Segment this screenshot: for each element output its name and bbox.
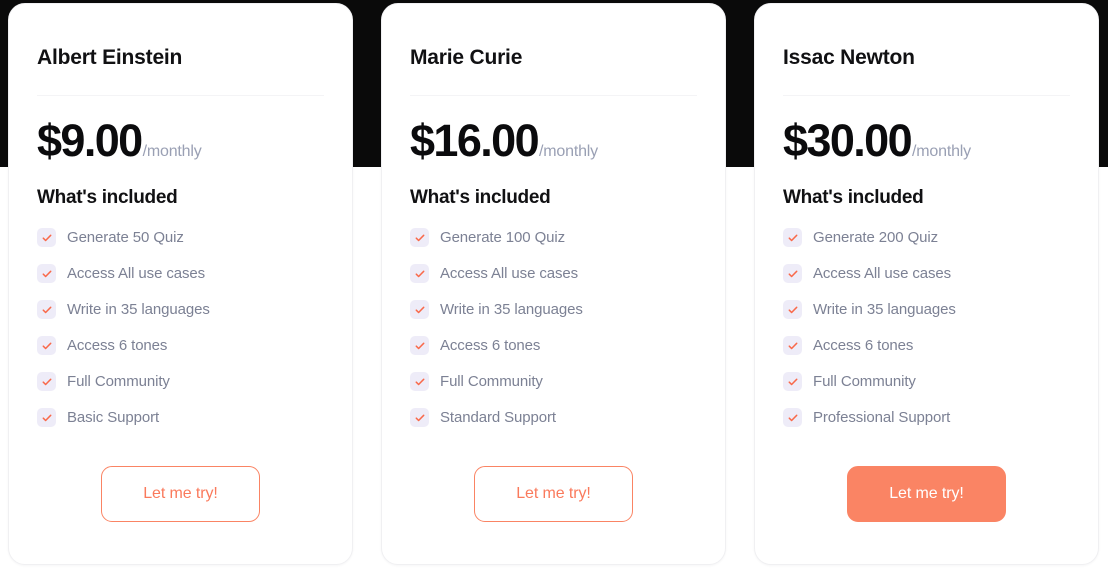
feature-label: Access All use cases [813, 265, 952, 283]
list-item: Write in 35 languages [410, 300, 697, 320]
let-me-try-button[interactable]: Let me try! [474, 466, 633, 522]
check-icon [783, 408, 802, 428]
feature-label: Full Community [813, 373, 916, 391]
plan-price-amount: $16.00 [410, 115, 540, 167]
plan-price-amount: $9.00 [37, 115, 143, 167]
feature-label: Access All use cases [440, 265, 579, 283]
check-icon [783, 228, 802, 248]
let-me-try-button[interactable]: Let me try! [101, 466, 260, 522]
list-item: Generate 100 Quiz [410, 228, 697, 248]
list-item: Basic Support [37, 408, 324, 428]
feature-label: Access 6 tones [67, 337, 168, 355]
pricing-card-marie-curie: Marie Curie $16.00 /monthly What's inclu… [381, 3, 726, 565]
plan-price-period: /monthly [912, 143, 971, 161]
check-icon [410, 264, 429, 284]
card-divider [783, 95, 1070, 97]
plan-title: Issac Newton [783, 46, 915, 69]
list-item: Access All use cases [410, 264, 697, 284]
included-heading: What's included [783, 187, 924, 209]
list-item: Full Community [37, 372, 324, 392]
plan-price-period: /monthly [142, 143, 202, 161]
check-icon [410, 228, 429, 248]
plan-price-row: $30.00 /monthly [783, 118, 1070, 163]
cta-container: Let me try! [37, 466, 324, 564]
feature-list: Generate 50 Quiz Access All use cases Wr… [37, 228, 324, 428]
plan-price-row: $9.00 /monthly [37, 118, 324, 163]
check-icon [410, 408, 429, 428]
list-item: Write in 35 languages [37, 300, 324, 320]
feature-label: Write in 35 languages [440, 301, 583, 319]
included-heading: What's included [410, 187, 551, 209]
feature-list: Generate 100 Quiz Access All use cases W… [410, 228, 697, 428]
list-item: Full Community [783, 372, 1070, 392]
feature-label: Full Community [440, 373, 543, 391]
feature-list: Generate 200 Quiz Access All use cases W… [783, 228, 1070, 428]
list-item: Access All use cases [783, 264, 1070, 284]
feature-label: Access All use cases [67, 265, 206, 283]
plan-title: Marie Curie [410, 46, 523, 69]
check-icon [37, 372, 56, 392]
card-divider [410, 95, 697, 97]
pricing-card-issac-newton: Issac Newton $30.00 /monthly What's incl… [754, 3, 1099, 565]
plan-price-row: $16.00 /monthly [410, 118, 697, 163]
feature-label: Write in 35 languages [67, 301, 210, 319]
feature-label: Generate 200 Quiz [813, 229, 939, 247]
feature-label: Generate 100 Quiz [440, 229, 566, 247]
check-icon [37, 228, 56, 248]
cta-container: Let me try! [783, 466, 1070, 564]
cta-container: Let me try! [410, 466, 697, 564]
check-icon [37, 408, 56, 428]
list-item: Generate 50 Quiz [37, 228, 324, 248]
feature-label: Standard Support [440, 409, 556, 427]
list-item: Full Community [410, 372, 697, 392]
feature-label: Access 6 tones [813, 337, 914, 355]
list-item: Access 6 tones [783, 336, 1070, 356]
feature-label: Basic Support [67, 409, 160, 427]
check-icon [783, 264, 802, 284]
pricing-card-albert-einstein: Albert Einstein $9.00 /monthly What's in… [8, 3, 353, 565]
plan-price-amount: $30.00 [783, 115, 913, 167]
list-item: Write in 35 languages [783, 300, 1070, 320]
check-icon [37, 264, 56, 284]
check-icon [37, 300, 56, 320]
list-item: Access 6 tones [37, 336, 324, 356]
feature-label: Professional Support [813, 409, 951, 427]
check-icon [410, 372, 429, 392]
check-icon [410, 336, 429, 356]
check-icon [783, 336, 802, 356]
check-icon [410, 300, 429, 320]
list-item: Access All use cases [37, 264, 324, 284]
feature-label: Access 6 tones [440, 337, 541, 355]
feature-label: Full Community [67, 373, 170, 391]
check-icon [783, 300, 802, 320]
list-item: Generate 200 Quiz [783, 228, 1070, 248]
included-heading: What's included [37, 187, 178, 209]
feature-label: Write in 35 languages [813, 301, 956, 319]
feature-label: Generate 50 Quiz [67, 229, 184, 247]
plan-price-period: /monthly [539, 143, 598, 161]
list-item: Professional Support [783, 408, 1070, 428]
pricing-plans-grid: Albert Einstein $9.00 /monthly What's in… [0, 0, 1108, 573]
list-item: Access 6 tones [410, 336, 697, 356]
check-icon [37, 336, 56, 356]
list-item: Standard Support [410, 408, 697, 428]
plan-title: Albert Einstein [37, 46, 183, 69]
card-divider [37, 95, 324, 97]
let-me-try-button[interactable]: Let me try! [847, 466, 1006, 522]
check-icon [783, 372, 802, 392]
